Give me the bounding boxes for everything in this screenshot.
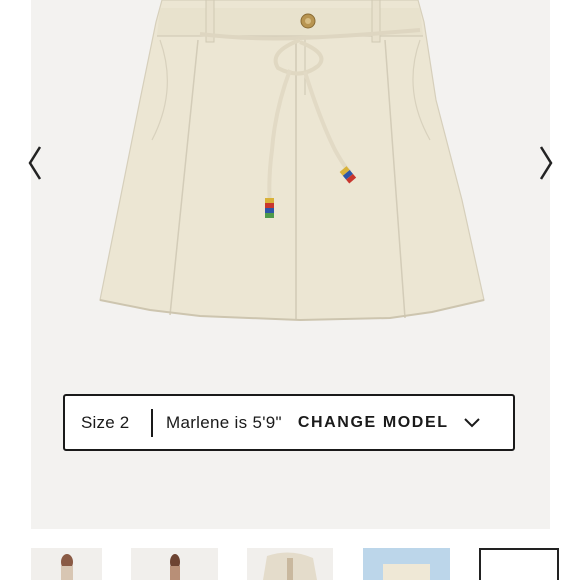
size-label: Size 2 [81, 412, 130, 432]
model-selector[interactable]: Size 2 Marlene is 5'9" CHANGE MODEL [63, 394, 515, 451]
model-info: Marlene is 5'9" [166, 412, 282, 432]
divider [151, 408, 153, 437]
thumbnail-strip [0, 548, 580, 580]
change-model-button[interactable]: CHANGE MODEL [298, 414, 481, 432]
product-image [99, 0, 485, 322]
chevron-left-icon[interactable] [26, 143, 48, 183]
thumbnail-4[interactable] [363, 548, 450, 580]
thumbnail-2[interactable] [131, 548, 218, 580]
thumbnail-5[interactable] [479, 548, 559, 580]
change-model-label: CHANGE MODEL [297, 413, 449, 431]
chevron-right-icon[interactable] [535, 143, 557, 183]
skirt-body [99, 0, 485, 321]
chevron-down-icon [463, 417, 480, 427]
thumbnail-1[interactable] [31, 548, 102, 580]
thumbnail-3[interactable] [247, 548, 333, 580]
